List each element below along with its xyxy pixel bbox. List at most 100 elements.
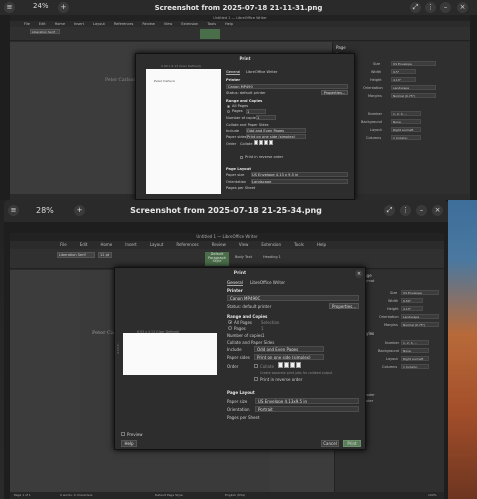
back-print-dialog: Print Peter Carlson 0.00 x 6.13 (User De… [135, 53, 355, 200]
back-toolbar: Liberation Serif [10, 27, 470, 41]
menu-references[interactable]: References [176, 241, 198, 249]
front-paper-sides-field[interactable]: Print on one side (simplex) [254, 354, 324, 360]
menu-extension[interactable]: Extension [261, 241, 281, 249]
back-sb-orientation-field[interactable]: Landscape [391, 85, 436, 90]
back-pages-field[interactable]: 1 [246, 109, 266, 114]
back-tab-general[interactable]: General [226, 70, 241, 75]
front-sb-layout-label: Layout [386, 357, 398, 361]
front-paper-size-field[interactable]: US Envelope 4.13x9.5 in [255, 398, 359, 404]
front-sb-width-label: Width [388, 299, 399, 303]
menu-review[interactable]: Review [212, 241, 226, 249]
menu-help[interactable]: Help [317, 241, 326, 249]
back-close-icon[interactable]: × [457, 2, 468, 13]
status-zoom[interactable]: 100% [428, 492, 437, 499]
menu-layout[interactable]: Layout [150, 241, 164, 249]
front-pages-radio[interactable] [228, 326, 232, 330]
back-sb-layout-label: Layout [370, 128, 382, 132]
front-sb-background-field[interactable]: None [401, 348, 429, 353]
back-collate-head[interactable]: Collate and Paper Sides [226, 123, 269, 127]
front-body-text-style[interactable]: Body Text [235, 255, 252, 259]
front-dialog-close-icon[interactable]: × [355, 270, 363, 278]
back-tab-writer[interactable]: LibreOffice Writer [246, 70, 278, 74]
menu-insert[interactable]: Insert [125, 241, 136, 249]
back-include-field[interactable]: Odd and Even Pages [246, 128, 306, 133]
front-help-button[interactable]: Help [121, 440, 137, 447]
back-sb-height-field[interactable]: 4.13" [391, 77, 416, 82]
back-all-pages-radio[interactable] [227, 105, 230, 108]
front-viewer-title: Screenshot from 2025-07-18 21-25-34.png [130, 206, 322, 215]
front-sb-margins-field[interactable]: Normal (0.75") [401, 322, 439, 327]
front-include-field[interactable]: Odd and Even Pages [254, 346, 324, 352]
front-copies-field[interactable]: 1 [262, 333, 265, 338]
front-minimize-icon[interactable]: – [416, 205, 427, 216]
back-sb-width-field[interactable]: 9.5" [391, 69, 416, 74]
desktop-wallpaper [448, 200, 477, 499]
front-sb-layout-field[interactable]: Right and left [401, 356, 429, 361]
back-orientation-field[interactable]: Landscape [251, 179, 348, 184]
front-properties-button[interactable]: Properties... [329, 303, 359, 309]
front-print-preview [123, 333, 217, 375]
menu-file[interactable]: File [60, 241, 67, 249]
front-style-box[interactable]: Default Paragraph Style [205, 252, 229, 266]
front-menu-icon[interactable]: ⋮ [400, 205, 411, 216]
back-style-box[interactable] [200, 29, 220, 39]
back-sb-background-field[interactable]: None [391, 119, 421, 124]
front-tab-writer[interactable]: LibreOffice Writer [250, 280, 285, 285]
front-sb-columns-field[interactable]: 1 Column [401, 364, 429, 369]
front-sb-width-field[interactable]: 9.50" [401, 298, 423, 303]
back-minimize-icon[interactable]: – [440, 2, 451, 13]
menu-tools[interactable]: Tools [294, 241, 304, 249]
back-sb-number-field[interactable]: 1, 2, 3, ... [391, 111, 421, 116]
front-sb-number-field[interactable]: 1, 2, 3, ... [401, 340, 429, 345]
menu-home[interactable]: Home [100, 241, 112, 249]
back-menu-icon[interactable]: ⋮ [425, 2, 436, 13]
front-heading-style[interactable]: Heading 1 [263, 255, 281, 259]
back-fullscreen-icon[interactable]: ⤢ [410, 2, 421, 13]
front-collate-icon [278, 362, 301, 368]
front-fullscreen-icon[interactable]: ⤢ [384, 205, 395, 216]
front-close-icon[interactable]: × [432, 205, 443, 216]
back-print-preview: Peter Carlson [146, 69, 221, 194]
front-font-name-box[interactable]: Liberation Serif [57, 252, 95, 258]
front-printer-head: Printer [227, 288, 243, 293]
front-pages-field[interactable]: 1 [261, 326, 264, 331]
back-sb-layout-field[interactable]: Right and left [391, 127, 421, 132]
front-tab-general[interactable]: General [227, 280, 243, 286]
back-paper-sides-field[interactable]: Print on one side (simplex) [246, 134, 306, 139]
front-print-button[interactable]: Print [343, 440, 361, 447]
front-collate-head[interactable]: Collate and Paper Sides [227, 340, 274, 345]
front-all-pages-label: All Pages [234, 320, 252, 325]
front-collate-checkbox[interactable] [254, 364, 258, 368]
front-sb-size-field[interactable]: US Envelope [401, 290, 439, 295]
back-printer-status: Status: default printer [226, 91, 266, 95]
back-pages-per-sheet[interactable]: Pages per Sheet [226, 186, 255, 190]
back-pages-radio[interactable] [227, 110, 230, 113]
menu-edit[interactable]: Edit [80, 241, 88, 249]
back-properties-button[interactable]: Properties... [321, 90, 348, 95]
back-reverse-checkbox[interactable] [240, 156, 243, 159]
front-layout-head: Page Layout [227, 390, 255, 395]
front-writer-title: Untitled 1 — LibreOffice Writer [10, 233, 444, 241]
back-sb-columns-field[interactable]: 1 Column [391, 135, 421, 140]
front-reverse-checkbox[interactable] [254, 377, 258, 381]
back-printer-field[interactable]: Canon MP490 [226, 84, 348, 89]
back-paper-size-field[interactable]: US Envelope 4.13 x 9.5 in [251, 172, 348, 177]
front-all-pages-radio[interactable] [228, 320, 232, 324]
back-sb-margins-field[interactable]: Normal (0.75") [391, 93, 436, 98]
front-sb-height-field[interactable]: 4.13" [401, 306, 423, 311]
front-cancel-button[interactable]: Cancel [321, 440, 339, 447]
front-printer-field[interactable]: Canon MP490C [227, 295, 359, 301]
front-preview-checkbox[interactable] [121, 432, 125, 436]
front-orientation-field[interactable]: Portrait [255, 406, 359, 412]
back-sidebar-header: Page [336, 45, 346, 50]
back-sb-size-field[interactable]: US Envelope [391, 61, 436, 66]
front-reverse-label: Print in reverse order [260, 377, 303, 382]
front-image-viewer-window: ≡ 28% + Screenshot from 2025-07-18 21-25… [4, 200, 448, 499]
front-sb-orientation-field[interactable]: Landscape [401, 314, 439, 319]
front-font-size-box[interactable]: 12 pt [98, 252, 112, 258]
menu-view[interactable]: View [239, 241, 249, 249]
back-font-name-box[interactable]: Liberation Serif [30, 29, 60, 34]
status-page: Page 1 of 1 [14, 493, 31, 497]
back-copies-field[interactable]: 1 [256, 115, 276, 120]
front-pages-per-sheet[interactable]: Pages per Sheet [227, 415, 260, 420]
